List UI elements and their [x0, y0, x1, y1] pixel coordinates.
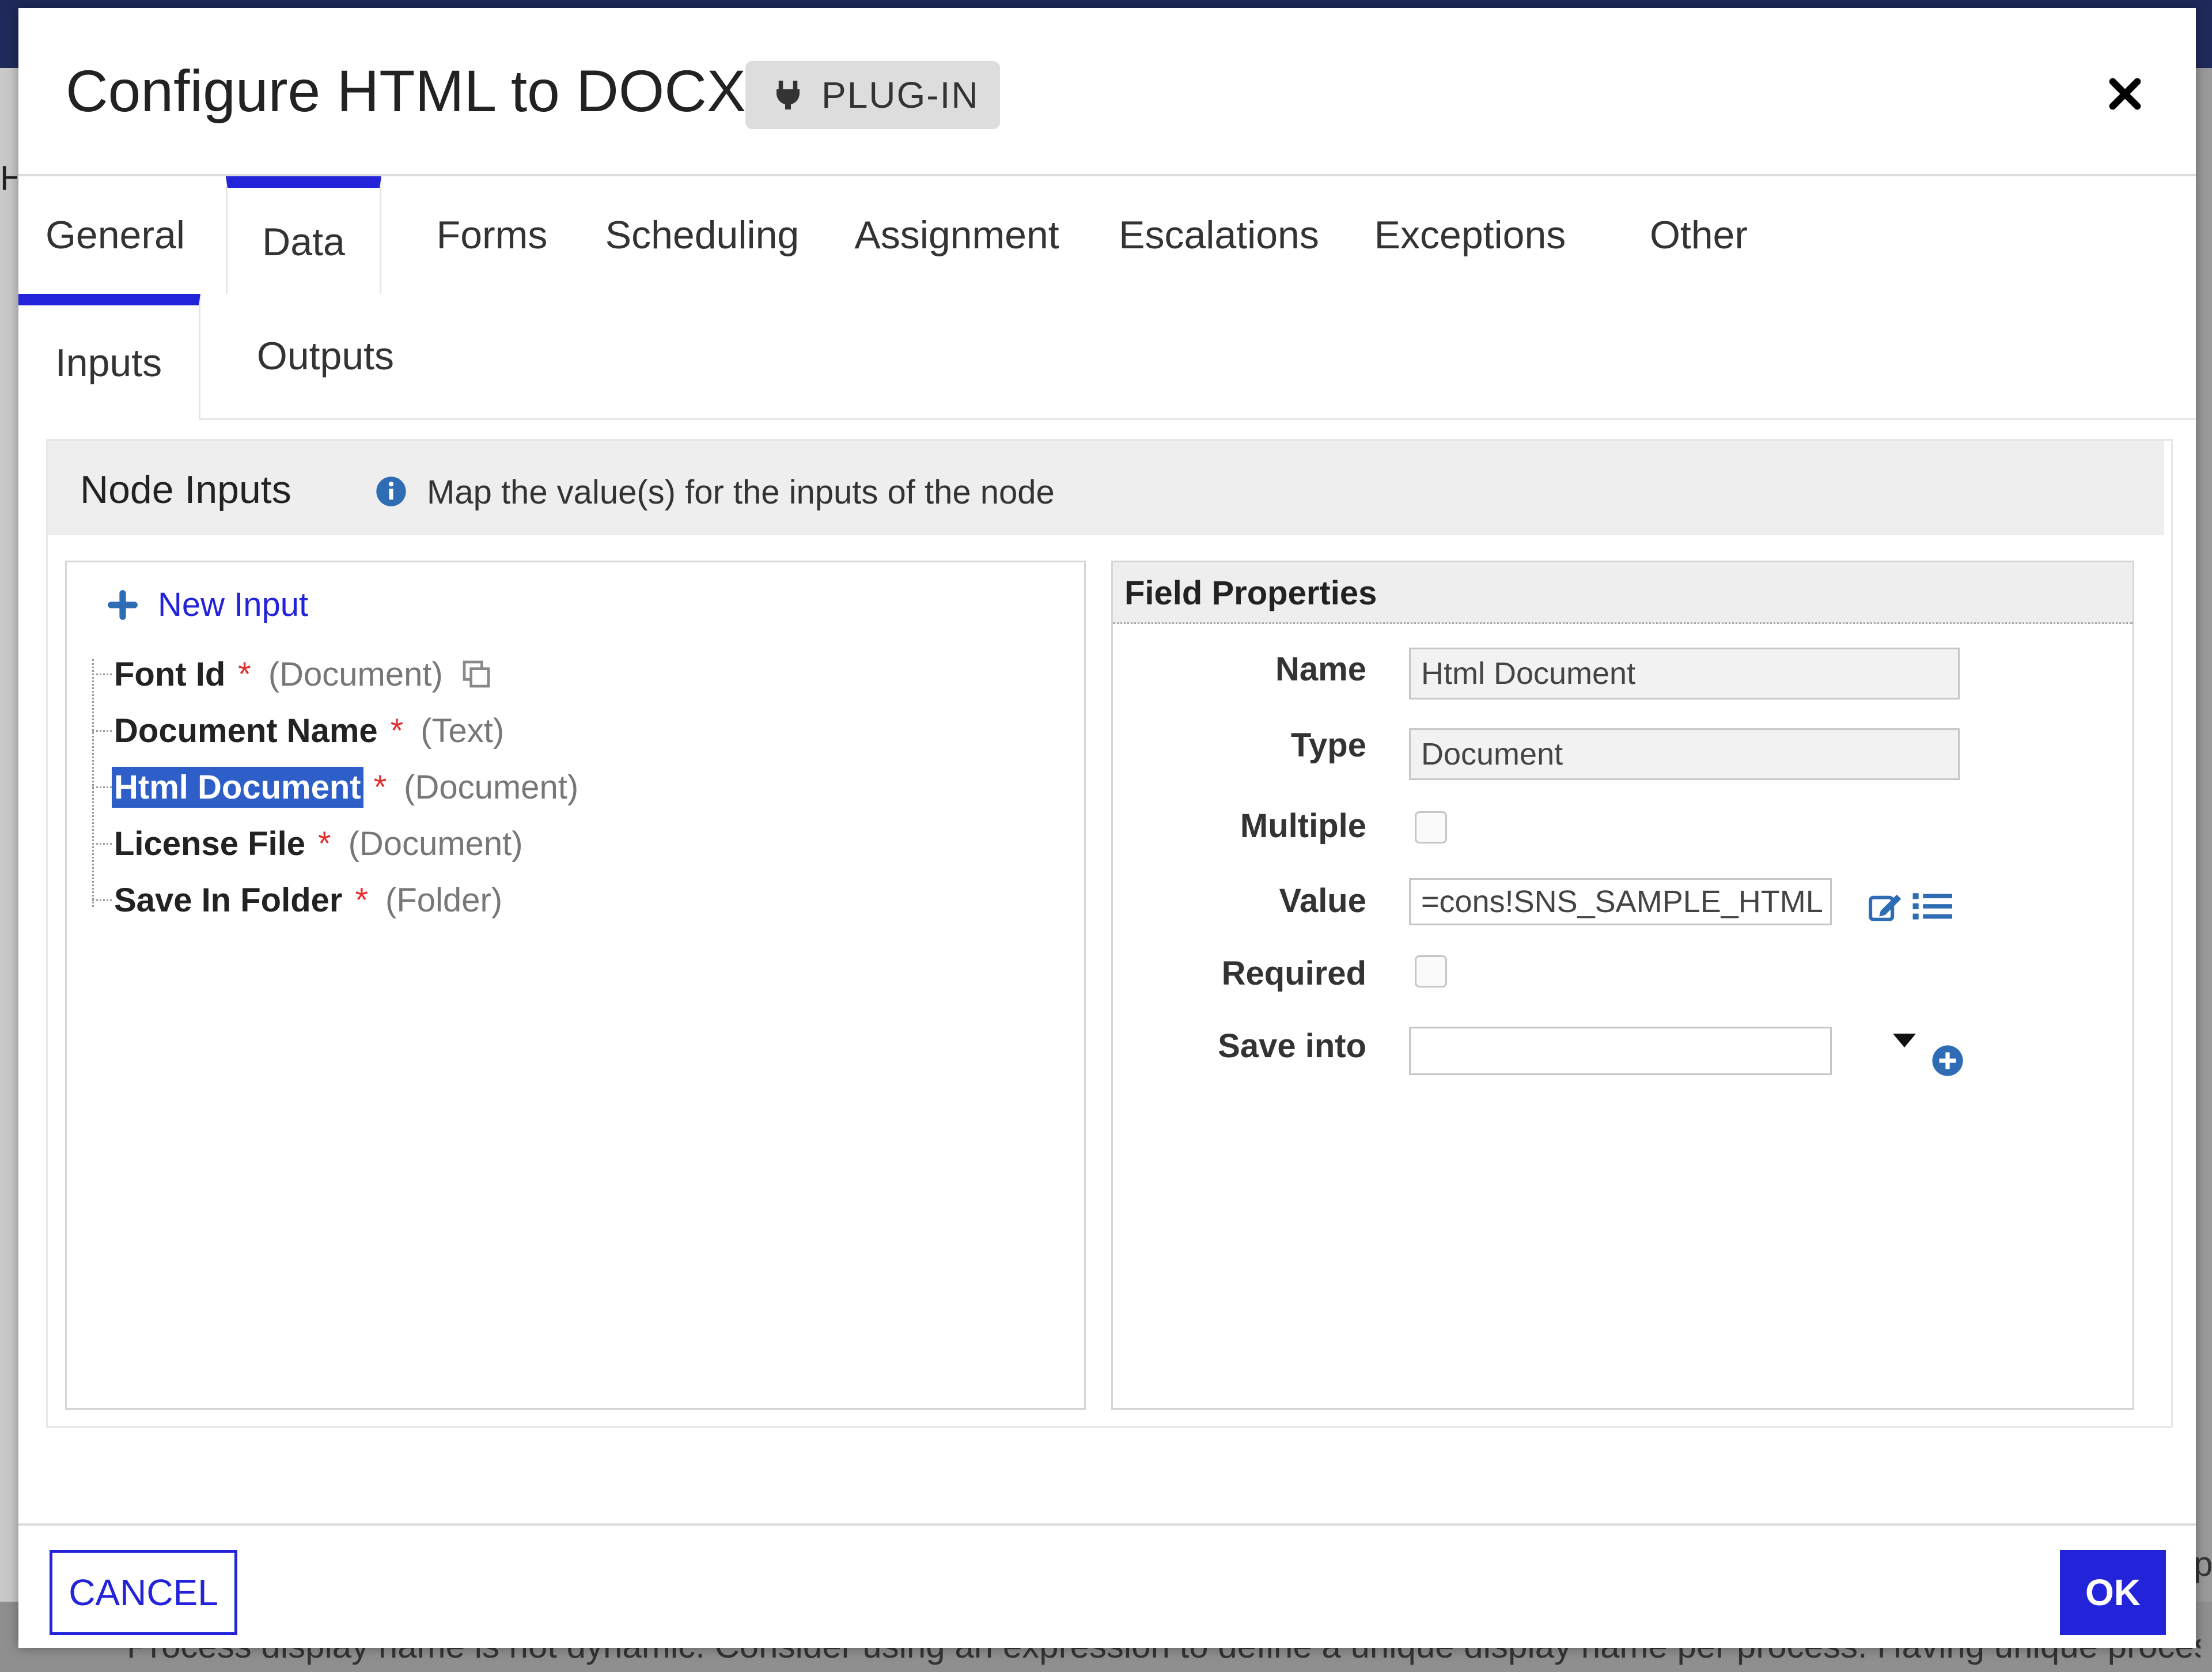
list-icon[interactable] [1911, 890, 1955, 923]
tree-item-type: (Text) [421, 712, 505, 750]
tab-data[interactable]: Data [226, 176, 381, 296]
field-properties-header: Field Properties [1113, 562, 2133, 624]
required-marker: * [318, 824, 331, 863]
tree-item: License File * (Document) [92, 820, 523, 867]
required-marker: * [390, 712, 404, 750]
node-inputs-title: Node Inputs [80, 468, 291, 512]
node-inputs-header: Node Inputs Map the value(s) for the inp… [48, 441, 2164, 535]
type-label: Type [1290, 727, 1366, 764]
save-into-label: Save into [1218, 1027, 1366, 1065]
inputs-tree: New Input Font Id * (Document) Document … [65, 561, 1086, 1410]
required-marker: * [238, 655, 251, 693]
multiple-label: Multiple [1240, 807, 1366, 845]
tab-forms[interactable]: Forms [416, 176, 568, 294]
multiple-checkbox[interactable] [1415, 811, 1447, 843]
name-field[interactable]: Html Document [1409, 648, 1960, 699]
cancel-button[interactable]: CANCEL [50, 1550, 237, 1635]
tree-item-type: (Document) [348, 824, 523, 863]
tree-item-name[interactable]: Document Name [112, 710, 380, 751]
close-icon [2109, 78, 2141, 110]
caret-down-icon[interactable] [1893, 1034, 1916, 1047]
background-left-strip [0, 68, 18, 1672]
dialog-title: Configure HTML to DOCX [66, 58, 746, 124]
plugin-badge-label: PLUG-IN [821, 74, 979, 116]
required-checkbox[interactable] [1415, 955, 1447, 988]
tree-item-name[interactable]: License File [112, 823, 308, 864]
required-label: Required [1221, 955, 1366, 992]
required-marker: * [373, 768, 387, 806]
info-icon [376, 476, 406, 506]
main-tabs: General Data Forms Scheduling Assignment… [18, 176, 2196, 296]
tree-item-type: (Document) [404, 768, 579, 806]
new-input-label: New Input [158, 586, 309, 623]
data-subtabs: Inputs Outputs [18, 294, 2196, 420]
field-properties-panel: Field Properties Name Html Document Type… [1111, 561, 2134, 1410]
tab-escalations[interactable]: Escalations [1104, 176, 1334, 294]
value-field[interactable]: =cons!SNS_SAMPLE_HTML [1409, 878, 1832, 925]
value-label: Value [1279, 882, 1366, 920]
tab-scheduling[interactable]: Scheduling [592, 176, 812, 294]
edit-expression-icon[interactable] [1868, 890, 1906, 923]
ok-button[interactable]: OK [2060, 1550, 2166, 1635]
add-circle-icon[interactable] [1931, 1044, 1964, 1077]
node-inputs-info: Map the value(s) for the inputs of the n… [427, 474, 1055, 511]
tree-item-name[interactable]: Html Document [112, 766, 363, 808]
new-input-button[interactable]: New Input [107, 585, 308, 624]
name-label: Name [1275, 650, 1366, 688]
subtab-outputs[interactable]: Outputs [232, 294, 419, 418]
plug-icon [777, 81, 800, 109]
background-right-text: p [2194, 1545, 2212, 1583]
tree-item-selected: Html Document * (Document) [92, 764, 578, 810]
type-field[interactable]: Document [1409, 728, 1960, 780]
tab-other[interactable]: Other [1626, 176, 1772, 294]
required-marker: * [355, 881, 369, 919]
tree-item-type: (Document) [268, 655, 443, 693]
tree-item-type: (Folder) [385, 881, 503, 919]
tree-item-name[interactable]: Font Id [112, 654, 228, 695]
background-left-text: HH [0, 159, 17, 198]
close-button[interactable] [2099, 68, 2151, 120]
plus-icon [108, 589, 138, 620]
plugin-badge: PLUG-IN [745, 61, 1000, 129]
copy-icon[interactable] [460, 658, 493, 690]
dialog-footer: CANCEL OK [18, 1523, 2196, 1650]
tab-exceptions[interactable]: Exceptions [1355, 176, 1585, 294]
tree-item: Font Id * (Document) [92, 651, 493, 697]
save-into-field[interactable] [1409, 1027, 1832, 1075]
tree-item: Save In Folder * (Folder) [92, 877, 502, 923]
field-properties-title: Field Properties [1124, 574, 1377, 612]
tree-item-name[interactable]: Save In Folder [112, 880, 344, 921]
configure-dialog: Configure HTML to DOCX PLUG-IN General D… [18, 8, 2196, 1648]
node-inputs-panel: Node Inputs Map the value(s) for the inp… [46, 439, 2173, 1428]
tab-general[interactable]: General [45, 176, 185, 294]
tree-item: Document Name * (Text) [92, 708, 504, 754]
subtab-inputs[interactable]: Inputs [18, 294, 200, 420]
dialog-header: Configure HTML to DOCX PLUG-IN [18, 8, 2196, 176]
tab-assignment[interactable]: Assignment [842, 176, 1071, 294]
